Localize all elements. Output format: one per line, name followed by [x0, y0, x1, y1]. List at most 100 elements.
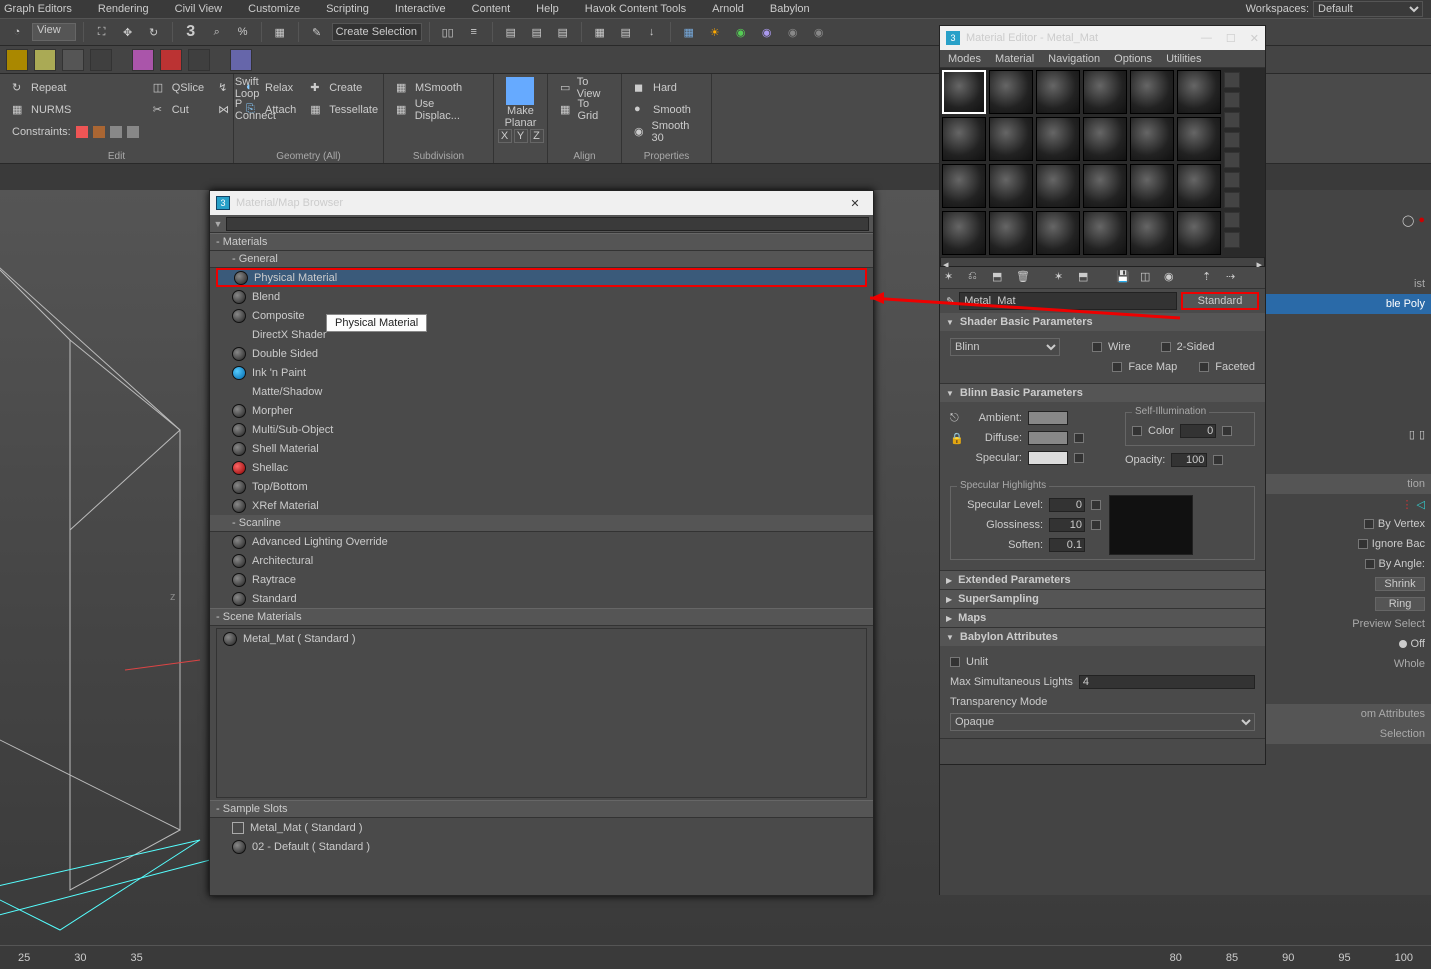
diffuse-swatch[interactable] [1028, 431, 1068, 445]
make-planar-button[interactable]: MakePlanar [505, 77, 537, 129]
material-xref-material[interactable]: XRef Material [210, 496, 873, 515]
sample-slot[interactable] [989, 117, 1033, 161]
category-sample-slots[interactable]: - Sample Slots [210, 800, 873, 818]
rollout-extended[interactable]: ▶Extended Parameters [940, 571, 1265, 589]
close-icon[interactable]: ✕ [843, 197, 867, 210]
move-icon[interactable]: ✥ [117, 21, 139, 43]
mirror-icon[interactable]: ▯▯ [437, 21, 459, 43]
hard-button[interactable]: ◼Hard [630, 77, 703, 99]
sample-slot[interactable] [942, 70, 986, 114]
rollout-maps[interactable]: ▶Maps [940, 609, 1265, 627]
circle-icon[interactable]: ● [1418, 214, 1425, 226]
unlit-checkbox[interactable] [950, 657, 960, 667]
tool-icon[interactable]: ⛶ [91, 21, 113, 43]
smooth-button[interactable]: ●Smooth [630, 99, 703, 121]
curve-editor-icon[interactable]: ▦ [589, 21, 611, 43]
sample-slot[interactable] [1130, 164, 1174, 208]
x-button[interactable]: X [498, 129, 512, 143]
tool-icon[interactable] [1224, 232, 1240, 248]
tool-icon[interactable]: ▯ [1419, 428, 1425, 441]
sample-slot[interactable] [1083, 117, 1127, 161]
si-map-button[interactable] [1222, 426, 1232, 436]
sample-scrollbar[interactable]: ◂▸ [940, 257, 1265, 267]
wire-checkbox[interactable] [1092, 342, 1102, 352]
sample-uv-icon[interactable] [1224, 132, 1240, 148]
tool-icon[interactable] [1224, 152, 1240, 168]
spec-level-spinner[interactable]: 0 [1049, 498, 1085, 512]
tool-icon[interactable] [90, 49, 112, 71]
rollout-babylon[interactable]: ▼Babylon Attributes [940, 628, 1265, 646]
lock-icon[interactable]: 🔒 [950, 432, 964, 445]
menu-babylon[interactable]: Babylon [770, 3, 810, 15]
view-dropdown[interactable]: View [32, 23, 76, 41]
menu-material[interactable]: Material [995, 53, 1034, 65]
qslice-button[interactable]: ◫QSlice [149, 77, 208, 99]
rollout-blinn-basic[interactable]: ▼Blinn Basic Parameters [940, 384, 1265, 402]
opacity-map-button[interactable] [1213, 455, 1223, 465]
lock-icon[interactable]: ⎋ [950, 412, 964, 425]
sample-slot-item[interactable]: 02 - Default ( Standard ) [210, 837, 873, 856]
sample-slot[interactable] [1036, 117, 1080, 161]
teapot-icon[interactable]: ◉ [808, 21, 830, 43]
material-editor-titlebar[interactable]: 3 Material Editor - Metal_Mat — ☐ ✕ [940, 26, 1265, 50]
category-scanline[interactable]: - Scanline [210, 515, 873, 532]
sample-slot[interactable] [1177, 211, 1221, 255]
menu-arnold[interactable]: Arnold [712, 3, 744, 15]
scale-icon[interactable]: 3 [180, 21, 202, 43]
off-radio[interactable] [1399, 640, 1407, 648]
to-view-button[interactable]: ▭To View [556, 77, 613, 99]
sample-slot[interactable] [1130, 117, 1174, 161]
delete-icon[interactable]: 🗑 [1016, 270, 1032, 286]
teapot-icon[interactable]: ◉ [730, 21, 752, 43]
y-button[interactable]: Y [514, 129, 528, 143]
menu-modes[interactable]: Modes [948, 53, 981, 65]
tool-icon[interactable] [132, 49, 154, 71]
material-advanced-lighting[interactable]: Advanced Lighting Override [210, 532, 873, 551]
menu-content[interactable]: Content [472, 3, 511, 15]
selection-set-input[interactable] [332, 23, 422, 41]
constraint-icon[interactable] [110, 126, 122, 138]
material-shell-material[interactable]: Shell Material [210, 439, 873, 458]
tool-icon[interactable] [160, 49, 182, 71]
menu-havok[interactable]: Havok Content Tools [585, 3, 686, 15]
menu-customize[interactable]: Customize [248, 3, 300, 15]
2sided-checkbox[interactable] [1161, 342, 1171, 352]
diffuse-map-button[interactable] [1074, 433, 1084, 443]
teapot-icon[interactable]: ◉ [782, 21, 804, 43]
close-icon[interactable]: ✕ [1250, 32, 1259, 45]
material-directx-shader[interactable]: DirectX Shader [210, 325, 873, 344]
repeat-button[interactable]: ↻Repeat [8, 77, 143, 99]
tool-icon[interactable] [188, 49, 210, 71]
ring-button[interactable]: Ring [1375, 597, 1425, 611]
facemap-checkbox[interactable] [1112, 362, 1122, 372]
faceted-checkbox[interactable] [1199, 362, 1209, 372]
options-dropdown-icon[interactable]: ▼ [210, 219, 226, 229]
constraint-icon[interactable] [93, 126, 105, 138]
backlight-icon[interactable] [1224, 92, 1240, 108]
circle-icon[interactable]: ◯ [1402, 214, 1414, 227]
sample-slot[interactable] [1177, 164, 1221, 208]
sample-type-icon[interactable] [1224, 72, 1240, 88]
menu-help[interactable]: Help [536, 3, 559, 15]
smooth30-button[interactable]: ◉Smooth 30 [630, 121, 703, 143]
go-forward-icon[interactable]: ⇢ [1226, 270, 1242, 286]
go-parent-icon[interactable]: ⇡ [1202, 270, 1218, 286]
workspaces-dropdown[interactable]: Default [1313, 1, 1423, 17]
constraint-icon[interactable] [76, 126, 88, 138]
sample-slot[interactable] [1130, 70, 1174, 114]
gloss-map-button[interactable] [1091, 520, 1101, 530]
app-icon[interactable]: ◔ [6, 21, 28, 43]
max-lights-spinner[interactable]: 4 [1079, 675, 1255, 689]
save-icon[interactable]: 💾 [1116, 270, 1132, 286]
sample-slot[interactable] [1177, 117, 1221, 161]
sample-slot[interactable] [989, 164, 1033, 208]
material-raytrace[interactable]: Raytrace [210, 570, 873, 589]
transparency-mode-dropdown[interactable]: Opaque [950, 713, 1255, 731]
sample-slot[interactable] [1177, 70, 1221, 114]
category-scene-materials[interactable]: - Scene Materials [210, 608, 873, 626]
tool-icon[interactable]: ⌕ [206, 21, 228, 43]
material-editor-menubar[interactable]: Modes Material Navigation Options Utilit… [940, 50, 1265, 68]
sample-slot[interactable] [942, 117, 986, 161]
tool-icon[interactable] [62, 49, 84, 71]
tool-icon[interactable]: ▯ [1409, 428, 1415, 441]
